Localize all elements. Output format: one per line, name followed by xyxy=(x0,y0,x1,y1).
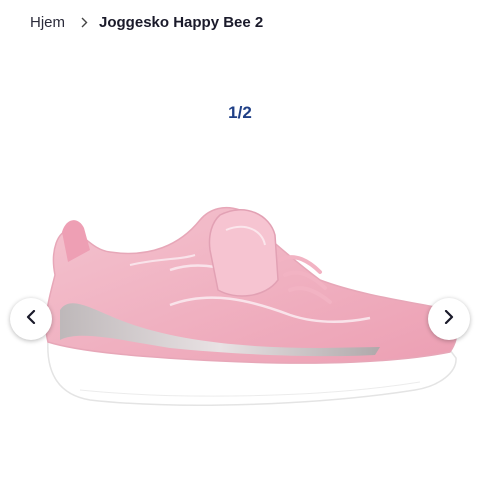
breadcrumb: Hjem Joggesko Happy Bee 2 xyxy=(30,11,263,33)
breadcrumb-current: Joggesko Happy Bee 2 xyxy=(99,13,264,31)
next-image-button[interactable] xyxy=(428,298,470,340)
breadcrumb-home-link[interactable]: Hjem xyxy=(30,14,65,31)
chevron-right-icon xyxy=(81,17,88,28)
chevron-right-icon xyxy=(444,309,454,329)
previous-image-button[interactable] xyxy=(10,298,52,340)
product-image xyxy=(45,207,458,406)
chevron-left-icon xyxy=(26,309,36,329)
image-counter: 1/2 xyxy=(228,103,252,122)
